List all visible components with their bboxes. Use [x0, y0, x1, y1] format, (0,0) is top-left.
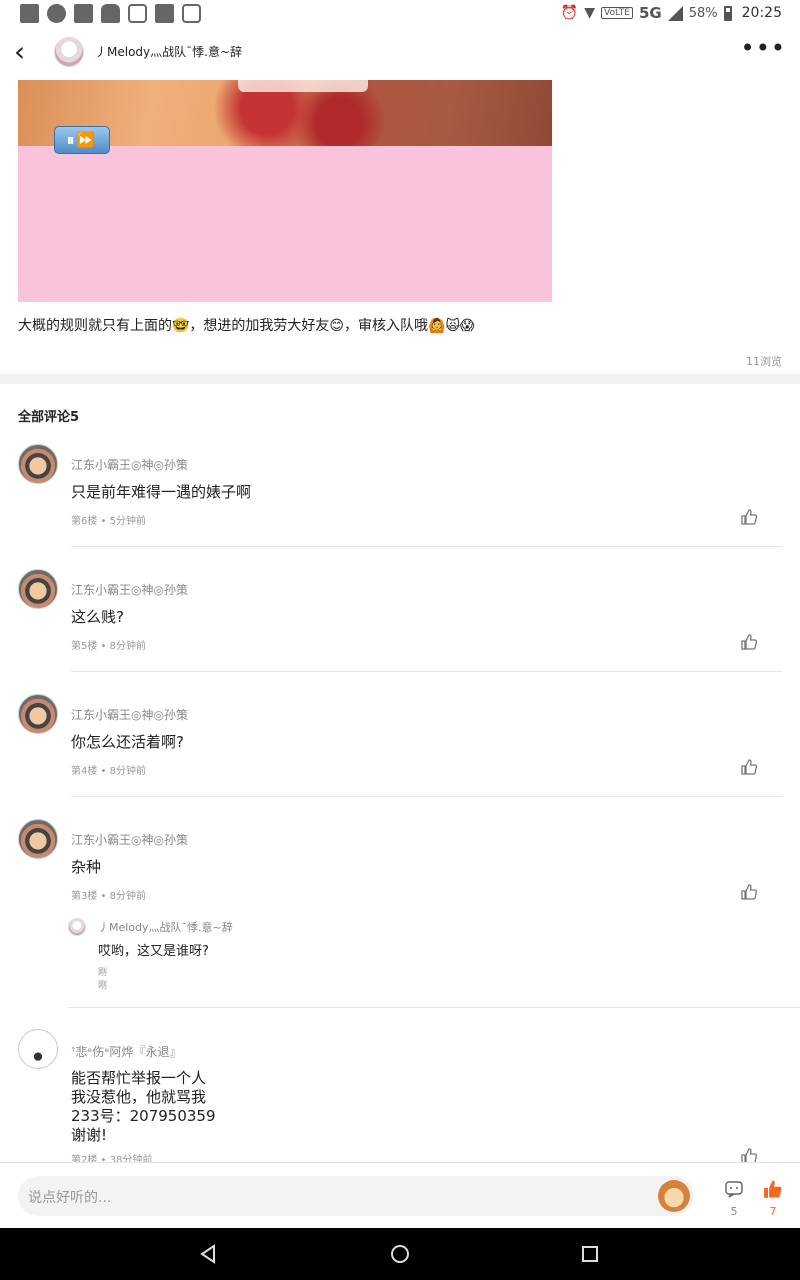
comment-item: 江东小霸王◎神◎孙策 杂种 第3楼 • 8分钟前 丿Melody灬战队ˉ悸.意~…	[0, 819, 800, 1009]
comment-item: 江东小霸王◎神◎孙策 这么贱? 第5楼 • 8分钟前	[0, 569, 800, 673]
comment-text: 杂种	[71, 858, 102, 876]
battery-percent: 58%	[688, 5, 718, 21]
shopping-icon	[128, 4, 147, 23]
reply-avatar[interactable]	[68, 918, 86, 936]
like-button[interactable]: 7	[758, 1179, 788, 1218]
system-status: ⏰ ▼ VoLTE 5G 58% 20:25	[561, 4, 782, 22]
reply-meta: 刚刚	[98, 968, 108, 991]
comment-text: 只是前年难得一遇的婊子啊	[71, 483, 252, 501]
comment-meta: 第4楼 • 8分钟前	[71, 766, 146, 777]
thumbs-up-icon[interactable]	[740, 883, 758, 901]
thumbs-up-icon[interactable]	[740, 758, 758, 776]
comment-input-placeholder: 说点好听的...	[28, 1190, 112, 1206]
volte-badge: VoLTE	[601, 7, 633, 19]
recents-square-icon[interactable]	[578, 1242, 602, 1266]
reply-author[interactable]: 丿Melody灬战队ˉ悸.意~辞	[98, 919, 233, 935]
android-icon	[101, 4, 120, 23]
comment-divider	[71, 546, 782, 547]
thumbs-up-icon[interactable]	[740, 633, 758, 651]
comment-bubble-icon	[725, 1181, 743, 1198]
commenter-avatar[interactable]	[18, 444, 58, 484]
comment-text: 你怎么还活着啊?	[71, 733, 184, 751]
comment-item: ꜛ悲ᵉ伤ᵉ阿烨『永退』 能否帮忙举报一个人 我没惹他，他就骂我 233号：207…	[0, 1029, 800, 1162]
status-bar: ⏰ ▼ VoLTE 5G 58% 20:25	[0, 0, 800, 28]
like-count: 7	[769, 1205, 777, 1218]
clock: 20:25	[741, 5, 782, 21]
comment-count: 5	[730, 1205, 738, 1218]
comment-meta: 第5楼 • 8分钟前	[71, 641, 146, 652]
comment-meta: 第6楼 • 5分钟前	[71, 516, 146, 527]
notification-icons	[20, 4, 201, 23]
view-count: 11浏览	[746, 355, 782, 368]
image-icon	[155, 4, 174, 23]
commenter-avatar[interactable]	[18, 1029, 58, 1069]
thumbs-up-filled-icon	[764, 1180, 782, 1198]
comment-input[interactable]: 说点好听的...	[18, 1176, 694, 1216]
top-bar: ‹ 丿Melody灬战队ˉ悸.意~辞 •••	[0, 28, 800, 78]
image-overlay-bar	[238, 80, 368, 92]
comment-divider	[68, 1007, 800, 1008]
commenter-name[interactable]: 江东小霸王◎神◎孙策	[71, 706, 188, 723]
page-title: 丿Melody灬战队ˉ悸.意~辞	[95, 45, 243, 59]
reply-text: 哎哟，这又是谁呀?	[98, 944, 209, 959]
commenter-avatar[interactable]	[18, 694, 58, 734]
commenter-name[interactable]: 江东小霸王◎神◎孙策	[71, 456, 188, 473]
signal-icon	[667, 5, 683, 21]
comment-text: 能否帮忙举报一个人 我没惹他，他就骂我 233号：207950359 谢谢!	[71, 1069, 216, 1144]
app-notification-icon	[74, 4, 93, 23]
comment-item: 江东小霸王◎神◎孙策 只是前年难得一遇的婊子啊 第6楼 • 5分钟前	[0, 444, 800, 548]
comment-input-bar: 说点好听的... 5 7	[0, 1162, 800, 1228]
more-options-icon[interactable]: •••	[741, 36, 786, 60]
commenter-name[interactable]: 江东小霸王◎神◎孙策	[71, 581, 188, 598]
comment-meta: 第2楼 • 38分钟前	[71, 1155, 153, 1162]
comment-meta: 第3楼 • 8分钟前	[71, 891, 146, 902]
wifi-icon: ▼	[584, 5, 596, 21]
alarm-icon: ⏰	[560, 5, 579, 21]
author-avatar[interactable]	[54, 37, 84, 67]
system-navigation-bar	[0, 1228, 800, 1280]
comment-divider	[71, 671, 782, 672]
commenter-avatar[interactable]	[18, 569, 58, 609]
wechat-icon	[47, 4, 66, 23]
commenter-name[interactable]: 江东小霸王◎神◎孙策	[71, 831, 188, 848]
battery-icon	[723, 5, 732, 21]
pause-fastforward-icon: ⏸⏩	[54, 126, 110, 154]
thumbs-up-icon[interactable]	[740, 508, 758, 526]
home-circle-icon[interactable]	[388, 1242, 412, 1266]
network-type: 5G	[638, 4, 662, 22]
post-body-text: 大概的规则就只有上面的🤓，想进的加我劳大好友😊，审核入队哦🙆🙀😱	[18, 318, 475, 334]
app-notification-icon	[20, 4, 39, 23]
section-divider	[0, 374, 800, 384]
thumbs-up-icon[interactable]	[740, 1147, 758, 1162]
comment-count-button[interactable]: 5	[719, 1179, 749, 1218]
back-arrow-icon[interactable]: ‹	[14, 38, 25, 66]
commenter-avatar[interactable]	[18, 819, 58, 859]
image-pink-area	[18, 146, 552, 302]
commenter-name[interactable]: ꜛ悲ᵉ伤ᵉ阿烨『永退』	[71, 1043, 181, 1060]
comment-item: 江东小霸王◎神◎孙策 你怎么还活着啊? 第4楼 • 8分钟前	[0, 694, 800, 798]
comment-divider	[71, 796, 782, 797]
back-triangle-icon[interactable]	[196, 1242, 220, 1266]
post-image[interactable]: ⏸⏩	[18, 80, 552, 306]
emoji-icon[interactable]	[658, 1180, 690, 1212]
shopping-icon	[182, 4, 201, 23]
comments-heading: 全部评论5	[18, 410, 80, 425]
comment-text: 这么贱?	[71, 608, 124, 626]
